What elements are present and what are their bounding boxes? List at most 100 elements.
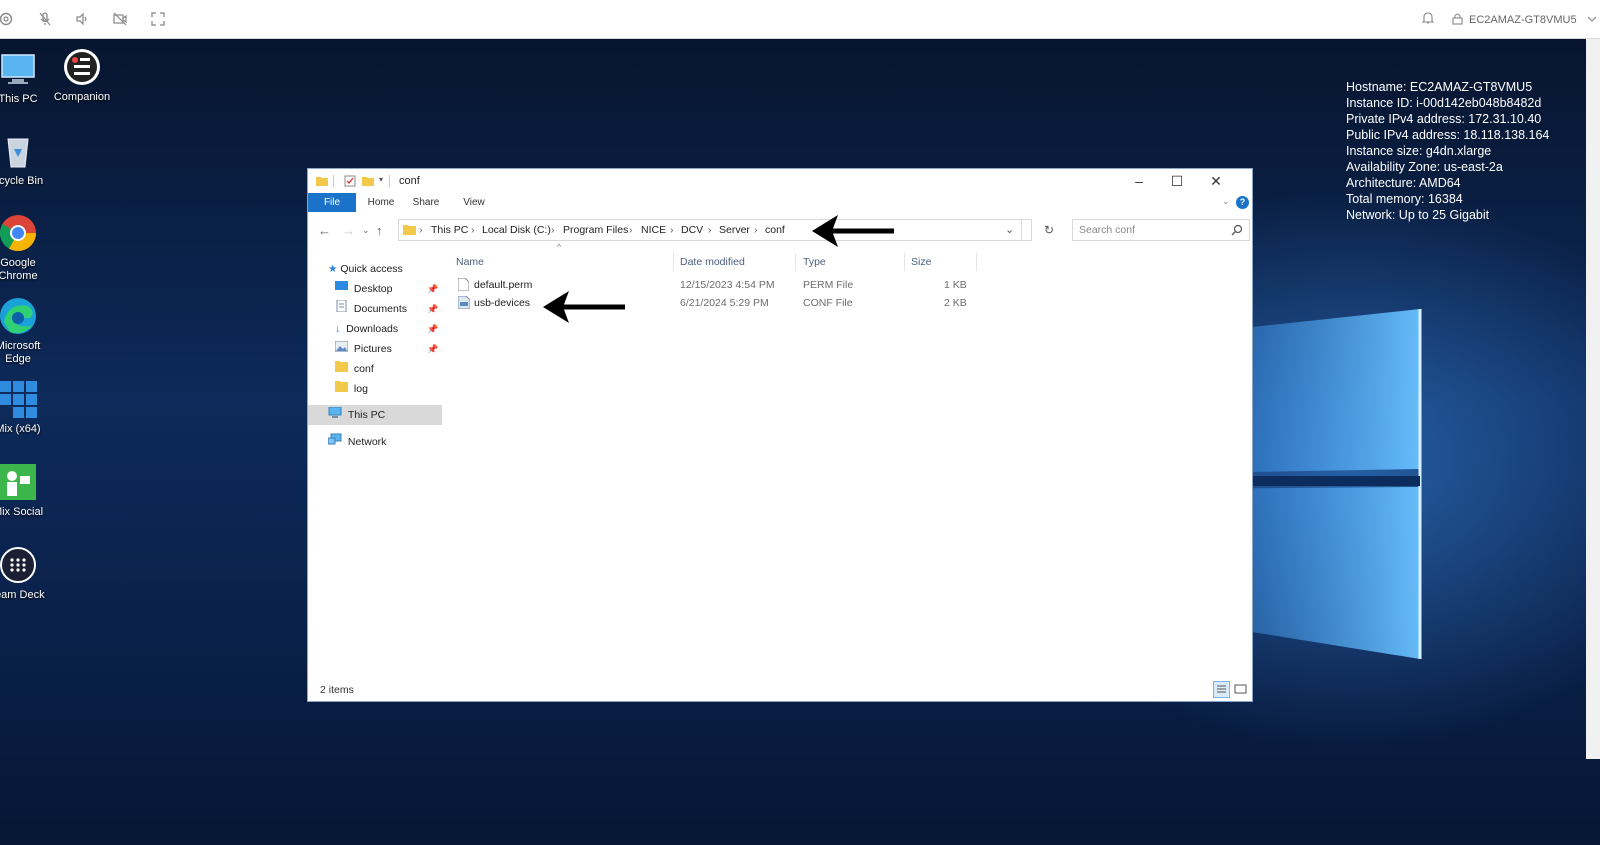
new-folder-icon[interactable]: [362, 175, 374, 187]
annotation-arrow-address: [812, 215, 894, 247]
download-arrow-icon: ↓: [335, 323, 341, 335]
fullscreen-icon[interactable]: [150, 11, 166, 27]
desktop-icon-label: Mix Social: [0, 506, 44, 518]
server-name[interactable]: EC2AMAZ-GT8VMU5: [1469, 14, 1577, 26]
desktop-icon-google-chrome[interactable]: Google Chrome: [0, 213, 58, 283]
tab-view[interactable]: View: [456, 193, 492, 212]
window-title: conf: [399, 175, 420, 187]
desktop-icon-mix-social[interactable]: Mix Social: [0, 462, 58, 519]
maximize-button[interactable]: ☐: [1158, 169, 1196, 193]
toolbar-right: EC2AMAZ-GT8VMU5: [1421, 0, 1597, 39]
search-input[interactable]: Search conf: [1079, 224, 1135, 236]
status-bar: 2 items: [308, 679, 1254, 701]
address-bar[interactable]: › This PC › Local Disk (C:) › Program Fi…: [398, 219, 1032, 241]
breadcrumb-local-disk[interactable]: Local Disk (C:): [482, 224, 551, 236]
desktop-icon-mix-x64[interactable]: Mix (x64): [0, 379, 58, 436]
nav-item-network[interactable]: Network: [327, 432, 386, 452]
network-icon: [327, 433, 342, 445]
gear-icon[interactable]: [0, 11, 14, 27]
dcv-toolbar: EC2AMAZ-GT8VMU5: [0, 0, 1600, 39]
up-arrow-icon[interactable]: ↑: [376, 223, 383, 238]
address-dropdown-icon[interactable]: ⌄: [1005, 223, 1014, 236]
pin-icon: 📌: [427, 324, 439, 334]
info-availability-zone: Availability Zone: us-east-2a: [1346, 160, 1503, 174]
nav-item-documents[interactable]: Documents 📌: [335, 299, 441, 319]
ribbon: File Home Share View ⌄ ?: [308, 193, 1252, 212]
search-icon[interactable]: [1231, 224, 1243, 236]
column-header-name[interactable]: Name: [456, 253, 484, 271]
file-name[interactable]: usb-devices: [474, 294, 530, 312]
breadcrumb-server[interactable]: Server: [719, 224, 750, 236]
recent-locations-icon[interactable]: ⌄: [362, 225, 370, 236]
file-row[interactable]: usb-devices 6/21/2024 5:29 PM CONF File …: [456, 294, 967, 315]
nav-quick-access[interactable]: ★ Quick access: [328, 259, 403, 279]
file-date: 6/21/2024 5:29 PM: [680, 297, 769, 309]
tab-file[interactable]: File: [308, 193, 356, 212]
breadcrumb-conf[interactable]: conf: [765, 224, 785, 236]
large-icons-view-icon[interactable]: [1234, 683, 1247, 699]
pin-icon: 📌: [427, 344, 439, 354]
column-header-date-modified[interactable]: Date modified: [680, 253, 745, 271]
file-size: 1 KB: [944, 279, 967, 291]
chevron-down-icon[interactable]: [1587, 14, 1597, 26]
nav-item-conf[interactable]: conf: [335, 359, 374, 379]
camera-off-icon[interactable]: [112, 11, 128, 27]
nav-item-this-pc[interactable]: This PC: [308, 405, 442, 425]
nav-item-pictures[interactable]: Pictures 📌: [334, 339, 441, 359]
file-type: PERM File: [803, 279, 854, 291]
star-icon: ★: [328, 263, 338, 275]
info-private-ip: Private IPv4 address: 172.31.10.40: [1346, 112, 1542, 126]
desktop-icon-label: Mix (x64): [0, 423, 41, 435]
minimize-button[interactable]: –: [1120, 169, 1158, 193]
nav-item-downloads[interactable]: ↓ Downloads 📌: [335, 319, 441, 339]
desktop-icon-label: ream Deck: [0, 589, 45, 601]
desktop-icon-label: Google: [0, 257, 36, 269]
desktop-icon-microsoft-edge[interactable]: Microsoft Edge: [0, 296, 58, 366]
info-public-ip: Public IPv4 address: 18.118.138.164: [1346, 128, 1550, 142]
column-header-size[interactable]: Size: [911, 253, 931, 271]
bell-icon[interactable]: [1421, 11, 1438, 28]
desktop-icon-stream-deck[interactable]: ream Deck: [0, 545, 58, 602]
config-file-icon: [457, 295, 471, 315]
tab-home[interactable]: Home: [363, 193, 399, 212]
refresh-icon[interactable]: ↻: [1044, 223, 1054, 237]
pin-icon: 📌: [427, 304, 439, 314]
info-instance-size: Instance size: g4dn.xlarge: [1346, 144, 1492, 158]
search-box[interactable]: Search conf: [1072, 219, 1250, 241]
breadcrumb-nice[interactable]: NICE: [641, 224, 666, 236]
folder-icon: [316, 177, 328, 186]
lock-icon: [1452, 12, 1466, 28]
sort-indicator-icon: ^: [557, 242, 562, 252]
info-total-memory: Total memory: 16384: [1346, 192, 1463, 206]
nav-item-desktop[interactable]: Desktop 📌: [335, 279, 441, 299]
instance-info: Hostname: EC2AMAZ-GT8VMU5 Instance ID: i…: [1346, 79, 1549, 223]
desktop-icon-companion[interactable]: Companion: [42, 47, 122, 104]
details-view-icon[interactable]: [1213, 681, 1230, 698]
breadcrumb-dcv[interactable]: DCV: [681, 224, 703, 236]
ribbon-expand-icon[interactable]: ⌄: [1222, 196, 1230, 207]
speaker-icon[interactable]: [74, 11, 90, 27]
file-explorer-window: ▾ conf – ☐ ✕ File Home Share View ⌄ ? ← …: [307, 168, 1253, 702]
column-header-type[interactable]: Type: [803, 253, 826, 271]
qa-dropdown-icon[interactable]: ▾: [379, 175, 383, 184]
help-icon[interactable]: ?: [1236, 196, 1249, 209]
file-row[interactable]: default.perm 12/15/2023 4:54 PM PERM Fil…: [456, 276, 967, 294]
folder-icon: [403, 225, 416, 235]
info-architecture: Architecture: AMD64: [1346, 176, 1461, 190]
desktop-icon-label: Chrome: [0, 270, 38, 282]
microphone-off-icon[interactable]: [37, 11, 53, 27]
breadcrumb-this-pc[interactable]: This PC: [431, 224, 468, 236]
forward-arrow-icon[interactable]: →: [342, 223, 355, 238]
file-name[interactable]: default.perm: [474, 276, 532, 294]
info-network: Network: Up to 25 Gigabit: [1346, 208, 1490, 222]
desktop-icon-recycle-bin[interactable]: ecycle Bin: [0, 131, 58, 188]
info-instance-id: Instance ID: i-00d142eb048b8482d: [1346, 96, 1542, 110]
properties-icon[interactable]: [344, 175, 356, 187]
navigation-pane: ★ Quick access Desktop 📌 Documents 📌 ↓ D…: [308, 253, 442, 673]
nav-item-log[interactable]: log: [335, 379, 368, 399]
back-arrow-icon[interactable]: ←: [318, 223, 331, 238]
breadcrumb-program-files[interactable]: Program Files: [563, 224, 628, 236]
close-button[interactable]: ✕: [1197, 169, 1235, 193]
scrollbar[interactable]: [1586, 39, 1600, 759]
tab-share[interactable]: Share: [408, 193, 444, 212]
